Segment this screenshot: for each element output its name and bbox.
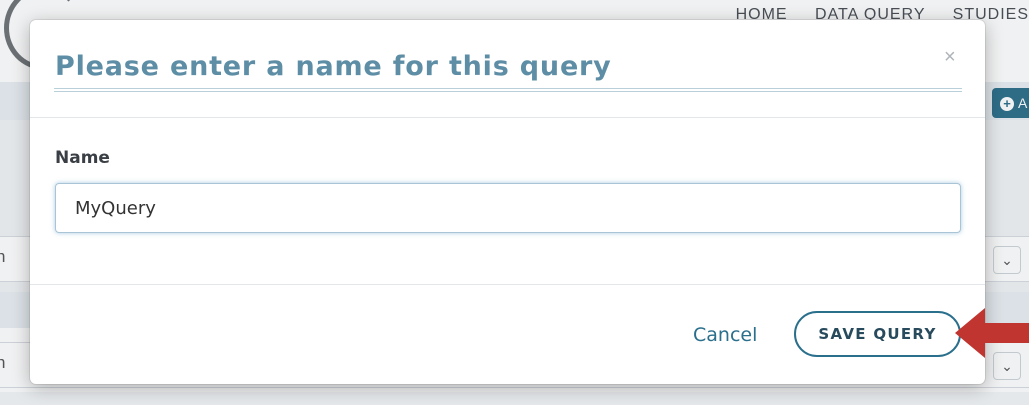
header-divider xyxy=(30,117,985,118)
arrow-left-icon xyxy=(955,308,1029,358)
save-query-button[interactable]: SAVE QUERY xyxy=(794,311,961,357)
title-underline xyxy=(54,91,962,92)
footer-divider xyxy=(30,284,985,285)
close-icon[interactable]: × xyxy=(944,47,956,67)
name-label: Name xyxy=(55,148,110,168)
query-name-input[interactable] xyxy=(55,183,961,233)
save-query-dialog: Please enter a name for this query × Nam… xyxy=(30,20,985,384)
title-underline xyxy=(54,88,962,89)
cancel-button[interactable]: Cancel xyxy=(693,324,757,346)
dialog-title: Please enter a name for this query xyxy=(55,51,612,82)
